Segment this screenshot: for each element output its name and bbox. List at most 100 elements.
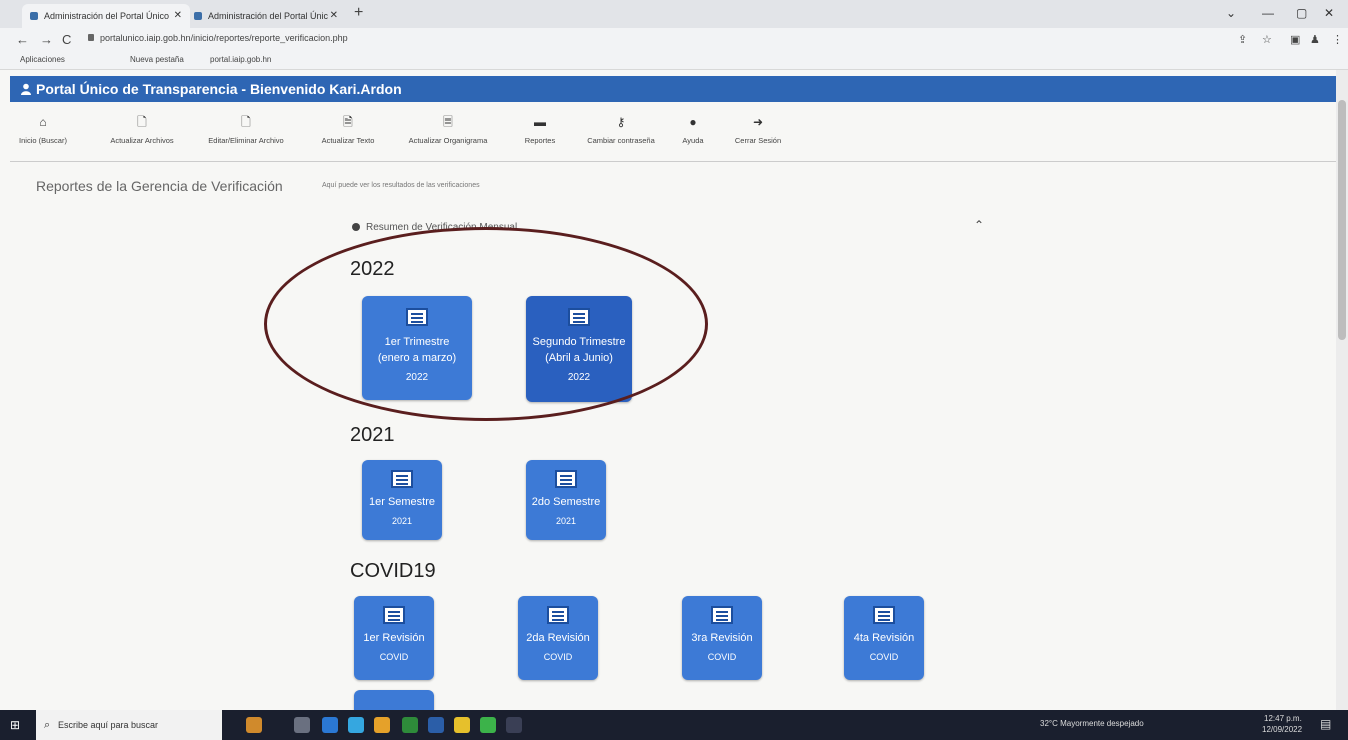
card-line2: 2021 [555, 516, 577, 526]
close-tab-icon[interactable]: ✕ [174, 4, 182, 28]
taskbar-search-input[interactable]: ⌕ Escribe aquí para buscar [36, 710, 222, 740]
cortana-icon[interactable] [246, 717, 262, 733]
card-line1: 3ra Revisión [691, 632, 753, 644]
back-icon[interactable]: ← [16, 32, 29, 47]
toolbar-update-text[interactable]: 🗎 Actualizar Texto [312, 112, 384, 145]
menu-icon[interactable]: ⋮ [1332, 33, 1343, 46]
toolbar-label: Actualizar Texto [321, 136, 375, 145]
share-icon[interactable]: ⇪ [1238, 33, 1247, 46]
toolbar-home[interactable]: ⌂ Inicio (Buscar) [14, 112, 72, 145]
org-chart-icon: 🗏 [443, 115, 453, 129]
annotation-circle [264, 227, 708, 421]
card-line2: COVID [543, 652, 573, 662]
toolbar-label: Actualizar Organigrama [408, 136, 488, 145]
card-line1: 2do Semestre [531, 496, 601, 508]
address-bar: ← → C portalunico.iaip.gob.hn/inicio/rep… [0, 28, 1348, 52]
scrollbar-thumb[interactable] [1338, 100, 1346, 340]
windows-taskbar: ⊞ ⌕ Escribe aquí para buscar 32°C Mayorme… [0, 710, 1348, 740]
word-icon[interactable] [428, 717, 444, 733]
report-icon [873, 606, 895, 624]
toolbar-org-chart[interactable]: 🗏 Actualizar Organigrama [398, 112, 498, 145]
forward-icon[interactable]: → [40, 32, 53, 47]
notifications-icon[interactable]: ▤ [1320, 717, 1331, 731]
group-heading-2021: 2021 [350, 424, 395, 446]
reports-icon: ▬ [534, 115, 546, 129]
page-title: Reportes de la Gerencia de Verificación [36, 178, 283, 194]
chrome-icon[interactable] [374, 717, 390, 733]
search-icon: ⌕ [44, 719, 51, 731]
bookmark-portal[interactable]: portal.iaip.gob.hn [210, 55, 271, 64]
excel-icon[interactable] [402, 717, 418, 733]
whatsapp-icon[interactable] [480, 717, 496, 733]
card-line1: 1er Revisión [363, 632, 425, 644]
app-icon[interactable] [506, 717, 522, 733]
portal-header: Portal Único de Transparencia - Bienveni… [10, 76, 1338, 102]
report-icon [547, 606, 569, 624]
file-icon: 🗋 [137, 115, 147, 129]
toolbar-update-files[interactable]: 🗋 Actualizar Archivos [100, 112, 184, 145]
toolbar-logout[interactable]: ➜ Cerrar Sesión [726, 112, 790, 145]
favicon-icon [194, 12, 202, 20]
url-field[interactable]: portalunico.iaip.gob.hn/inicio/reportes/… [88, 33, 348, 43]
maximize-icon[interactable]: ▢ [1296, 6, 1307, 20]
text-icon: 🗎 [343, 115, 353, 129]
user-icon [21, 83, 31, 95]
report-card-covid-5-partial[interactable] [354, 690, 434, 710]
toolbar-edit-files[interactable]: 🗋 Editar/Eliminar Archivo [196, 112, 296, 145]
close-window-icon[interactable]: ✕ [1324, 6, 1334, 20]
favicon-icon [30, 12, 38, 20]
card-line1: 1er Semestre [368, 496, 436, 508]
bookmark-new-tab[interactable]: Nueva pestaña [130, 55, 184, 64]
card-line2: COVID [379, 652, 409, 662]
card-line1: 4ta Revisión [853, 632, 915, 644]
report-card-2021-s2[interactable]: 2do Semestre 2021 [526, 460, 606, 540]
clock-time[interactable]: 12:47 p.m. [1264, 714, 1302, 723]
bookmarks-bar: Aplicaciones Nueva pestaña portal.iaip.g… [0, 52, 1348, 70]
portal-toolbar: ⌂ Inicio (Buscar) 🗋 Actualizar Archivos 🗋 E… [10, 112, 1338, 162]
report-icon [391, 470, 413, 488]
logout-icon: ➜ [752, 115, 764, 129]
toolbar-reports[interactable]: ▬ Reportes [514, 112, 566, 145]
folder-icon[interactable] [454, 717, 470, 733]
browser-tab-1[interactable]: Administración del Portal Único ✕ [22, 4, 190, 28]
profile-icon[interactable]: ♟ [1310, 33, 1320, 46]
toolbar-label: Cambiar contraseña [587, 136, 655, 145]
browser-tab-2[interactable]: Administración del Portal Únic ✕ [186, 4, 346, 28]
new-tab-button[interactable]: + [354, 4, 363, 22]
file-explorer-icon[interactable] [322, 717, 338, 733]
report-card-covid-3[interactable]: 3ra Revisión COVID [682, 596, 762, 680]
chart-icon [352, 223, 360, 231]
search-placeholder: Escribe aquí para buscar [58, 720, 159, 730]
report-card-covid-1[interactable]: 1er Revisión COVID [354, 596, 434, 680]
windows-start-icon[interactable]: ⊞ [10, 718, 20, 732]
report-card-covid-2[interactable]: 2da Revisión COVID [518, 596, 598, 680]
report-card-2021-s1[interactable]: 1er Semestre 2021 [362, 460, 442, 540]
url-text: portalunico.iaip.gob.hn/inicio/reportes/… [100, 33, 348, 43]
tab-search-icon[interactable]: ⌄ [1226, 6, 1236, 20]
close-tab-icon[interactable]: ✕ [330, 4, 338, 28]
edge-icon[interactable] [348, 717, 364, 733]
report-card-covid-4[interactable]: 4ta Revisión COVID [844, 596, 924, 680]
star-icon[interactable]: ☆ [1262, 33, 1272, 46]
bookmark-apps[interactable]: Aplicaciones [20, 55, 65, 64]
tab-label: Administración del Portal Único [44, 11, 170, 21]
minimize-icon[interactable]: — [1262, 6, 1274, 20]
home-icon: ⌂ [39, 115, 47, 129]
help-icon: ● [689, 115, 697, 129]
toolbar-help[interactable]: ● Ayuda [676, 112, 710, 145]
card-line2: COVID [707, 652, 737, 662]
reload-icon[interactable]: C [62, 32, 71, 47]
collapse-caret-icon[interactable]: ⌃ [974, 218, 984, 232]
weather-status[interactable]: 32°C Mayormente despejado [1040, 719, 1144, 728]
report-icon [383, 606, 405, 624]
toolbar-change-password[interactable]: ⚷ Cambiar contraseña [576, 112, 666, 145]
key-icon: ⚷ [616, 115, 626, 129]
task-view-icon[interactable] [294, 717, 310, 733]
report-icon [555, 470, 577, 488]
browser-tab-bar: Administración del Portal Único ✕ Admini… [0, 0, 1348, 28]
extensions-icon[interactable]: ▣ [1290, 33, 1300, 46]
page-scrollbar[interactable] [1336, 70, 1348, 710]
toolbar-label: Editar/Eliminar Archivo [208, 136, 284, 145]
card-line2: COVID [869, 652, 899, 662]
clock-date[interactable]: 12/09/2022 [1262, 725, 1302, 734]
